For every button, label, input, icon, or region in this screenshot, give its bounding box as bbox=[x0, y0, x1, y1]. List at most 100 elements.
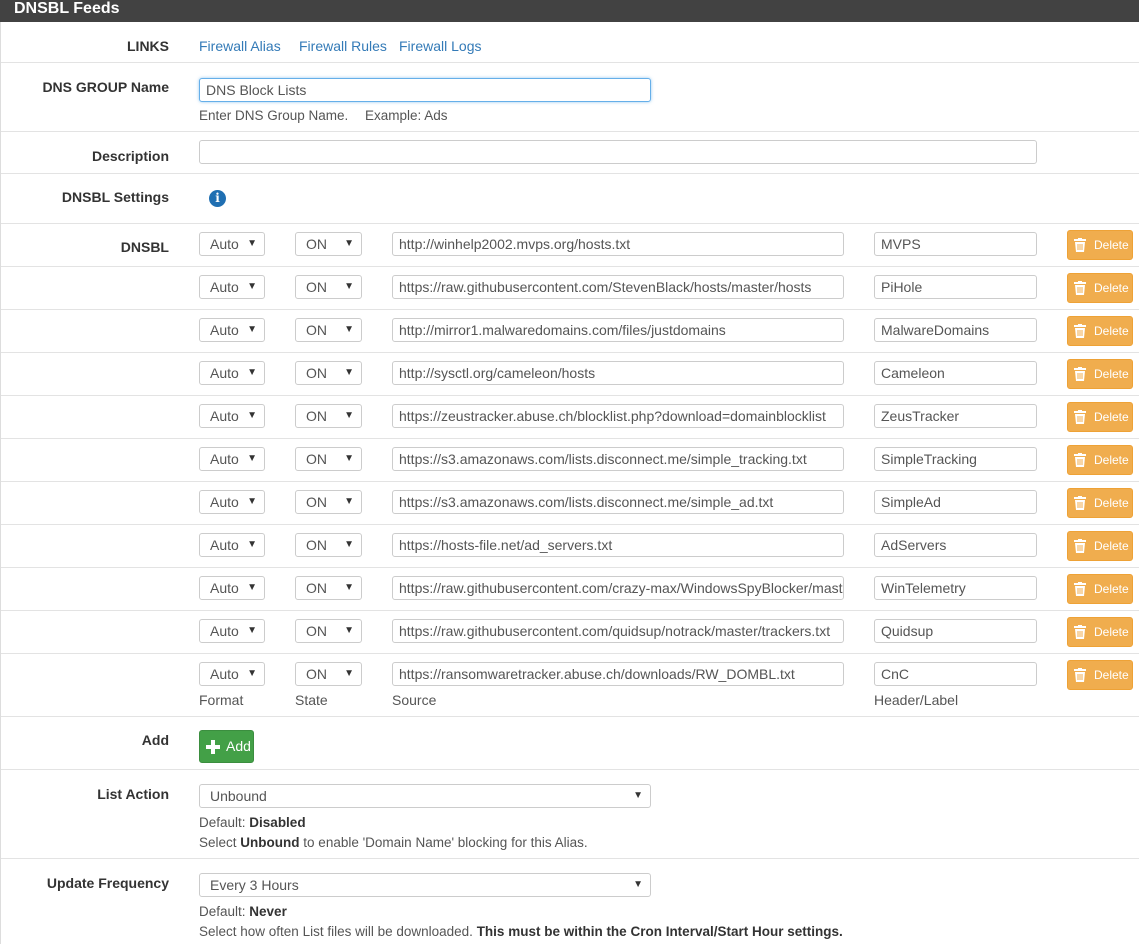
format-select[interactable]: Auto ▼ bbox=[199, 619, 265, 643]
source-input[interactable]: http://mirror1.malwaredomains.com/files/… bbox=[392, 318, 844, 342]
delete-button[interactable]: Delete bbox=[1067, 359, 1133, 389]
firewall-logs-link[interactable]: Firewall Logs bbox=[399, 38, 481, 54]
source-input[interactable]: https://raw.githubusercontent.com/Steven… bbox=[392, 275, 844, 299]
source-input[interactable]: https://ransomwaretracker.abuse.ch/downl… bbox=[392, 662, 844, 686]
chevron-down-icon: ▼ bbox=[344, 410, 354, 421]
state-select[interactable]: ON ▼ bbox=[295, 404, 362, 428]
source-input[interactable]: https://hosts-file.net/ad_servers.txt bbox=[392, 533, 844, 557]
trash-icon bbox=[1074, 668, 1086, 682]
add-button-label: Add bbox=[226, 738, 251, 754]
format-select[interactable]: Auto ▼ bbox=[199, 275, 265, 299]
list-action-select[interactable]: Unbound ▼ bbox=[199, 784, 651, 808]
chevron-down-icon: ▼ bbox=[247, 410, 257, 421]
state-select[interactable]: ON ▼ bbox=[295, 232, 362, 256]
firewall-alias-link[interactable]: Firewall Alias bbox=[199, 38, 281, 54]
state-select[interactable]: ON ▼ bbox=[295, 275, 362, 299]
add-button[interactable]: Add bbox=[199, 730, 254, 763]
delete-button-label: Delete bbox=[1094, 410, 1129, 424]
state-caption: State bbox=[295, 692, 328, 708]
delete-button[interactable]: Delete bbox=[1067, 660, 1133, 690]
delete-button[interactable]: Delete bbox=[1067, 230, 1133, 260]
source-input[interactable]: https://s3.amazonaws.com/lists.disconnec… bbox=[392, 447, 844, 471]
dnsbl-feeds-panel: LINKS Firewall Alias Firewall Rules Fire… bbox=[0, 22, 1139, 944]
header-label-input[interactable]: AdServers bbox=[874, 533, 1037, 557]
header-label-input[interactable]: SimpleAd bbox=[874, 490, 1037, 514]
update-frequency-select[interactable]: Every 3 Hours ▼ bbox=[199, 873, 651, 897]
add-label: Add bbox=[141, 732, 169, 748]
header-label-input[interactable]: SimpleTracking bbox=[874, 447, 1037, 471]
format-value: Auto bbox=[210, 408, 239, 424]
chevron-down-icon: ▼ bbox=[344, 281, 354, 292]
state-value: ON bbox=[306, 365, 327, 381]
description-input[interactable] bbox=[199, 140, 1037, 164]
delete-button[interactable]: Delete bbox=[1067, 445, 1133, 475]
group-name-input[interactable]: DNS Block Lists bbox=[199, 78, 651, 102]
delete-button[interactable]: Delete bbox=[1067, 531, 1133, 561]
links-row: LINKS Firewall Alias Firewall Rules Fire… bbox=[1, 22, 1139, 62]
state-select[interactable]: ON ▼ bbox=[295, 619, 362, 643]
state-value: ON bbox=[306, 623, 327, 639]
format-select[interactable]: Auto ▼ bbox=[199, 447, 265, 471]
source-input[interactable]: http://sysctl.org/cameleon/hosts bbox=[392, 361, 844, 385]
delete-button[interactable]: Delete bbox=[1067, 402, 1133, 432]
format-select[interactable]: Auto ▼ bbox=[199, 232, 265, 256]
format-value: Auto bbox=[210, 537, 239, 553]
delete-button-label: Delete bbox=[1094, 324, 1129, 338]
header-label-input[interactable]: WinTelemetry bbox=[874, 576, 1037, 600]
state-select[interactable]: ON ▼ bbox=[295, 533, 362, 557]
state-select[interactable]: ON ▼ bbox=[295, 662, 362, 686]
header-label-input[interactable]: Quidsup bbox=[874, 619, 1037, 643]
header-label-input[interactable]: Cameleon bbox=[874, 361, 1037, 385]
update-frequency-label: Update Frequency bbox=[46, 875, 169, 891]
format-select[interactable]: Auto ▼ bbox=[199, 533, 265, 557]
state-value: ON bbox=[306, 580, 327, 596]
format-select[interactable]: Auto ▼ bbox=[199, 490, 265, 514]
format-value: Auto bbox=[210, 365, 239, 381]
header-label-input[interactable]: PiHole bbox=[874, 275, 1037, 299]
trash-icon bbox=[1074, 410, 1086, 424]
update-frequency-value: Every 3 Hours bbox=[210, 877, 299, 893]
delete-button-label: Delete bbox=[1094, 496, 1129, 510]
delete-button-label: Delete bbox=[1094, 281, 1129, 295]
chevron-down-icon: ▼ bbox=[633, 790, 643, 801]
state-select[interactable]: ON ▼ bbox=[295, 576, 362, 600]
source-input[interactable]: https://s3.amazonaws.com/lists.disconnec… bbox=[392, 490, 844, 514]
delete-button[interactable]: Delete bbox=[1067, 273, 1133, 303]
delete-button-label: Delete bbox=[1094, 453, 1129, 467]
plus-icon bbox=[206, 740, 220, 754]
format-select[interactable]: Auto ▼ bbox=[199, 662, 265, 686]
state-select[interactable]: ON ▼ bbox=[295, 361, 362, 385]
state-select[interactable]: ON ▼ bbox=[295, 447, 362, 471]
dnsbl-label: DNSBL bbox=[120, 239, 169, 255]
state-value: ON bbox=[306, 537, 327, 553]
format-select[interactable]: Auto ▼ bbox=[199, 404, 265, 428]
delete-button[interactable]: Delete bbox=[1067, 488, 1133, 518]
format-select[interactable]: Auto ▼ bbox=[199, 361, 265, 385]
source-input[interactable]: https://raw.githubusercontent.com/quidsu… bbox=[392, 619, 844, 643]
header-label-input[interactable]: MVPS bbox=[874, 232, 1037, 256]
header-label-input[interactable]: ZeusTracker bbox=[874, 404, 1037, 428]
chevron-down-icon: ▼ bbox=[633, 879, 643, 890]
firewall-rules-link[interactable]: Firewall Rules bbox=[299, 38, 387, 54]
format-select[interactable]: Auto ▼ bbox=[199, 576, 265, 600]
format-value: Auto bbox=[210, 666, 239, 682]
source-input[interactable]: https://raw.githubusercontent.com/crazy-… bbox=[392, 576, 844, 600]
description-label: Description bbox=[91, 148, 169, 164]
header-label-input[interactable]: MalwareDomains bbox=[874, 318, 1037, 342]
delete-button-label: Delete bbox=[1094, 582, 1129, 596]
state-select[interactable]: ON ▼ bbox=[295, 318, 362, 342]
chevron-down-icon: ▼ bbox=[344, 238, 354, 249]
header-label-input[interactable]: CnC bbox=[874, 662, 1037, 686]
source-input[interactable]: http://winhelp2002.mvps.org/hosts.txt bbox=[392, 232, 844, 256]
delete-button[interactable]: Delete bbox=[1067, 574, 1133, 604]
dnsbl-settings-label: DNSBL Settings bbox=[61, 189, 169, 205]
chevron-down-icon: ▼ bbox=[247, 625, 257, 636]
source-input[interactable]: https://zeustracker.abuse.ch/blocklist.p… bbox=[392, 404, 844, 428]
info-circle-icon[interactable]: i bbox=[209, 190, 226, 207]
chevron-down-icon: ▼ bbox=[344, 582, 354, 593]
format-select[interactable]: Auto ▼ bbox=[199, 318, 265, 342]
chevron-down-icon: ▼ bbox=[247, 367, 257, 378]
delete-button[interactable]: Delete bbox=[1067, 617, 1133, 647]
state-select[interactable]: ON ▼ bbox=[295, 490, 362, 514]
delete-button[interactable]: Delete bbox=[1067, 316, 1133, 346]
